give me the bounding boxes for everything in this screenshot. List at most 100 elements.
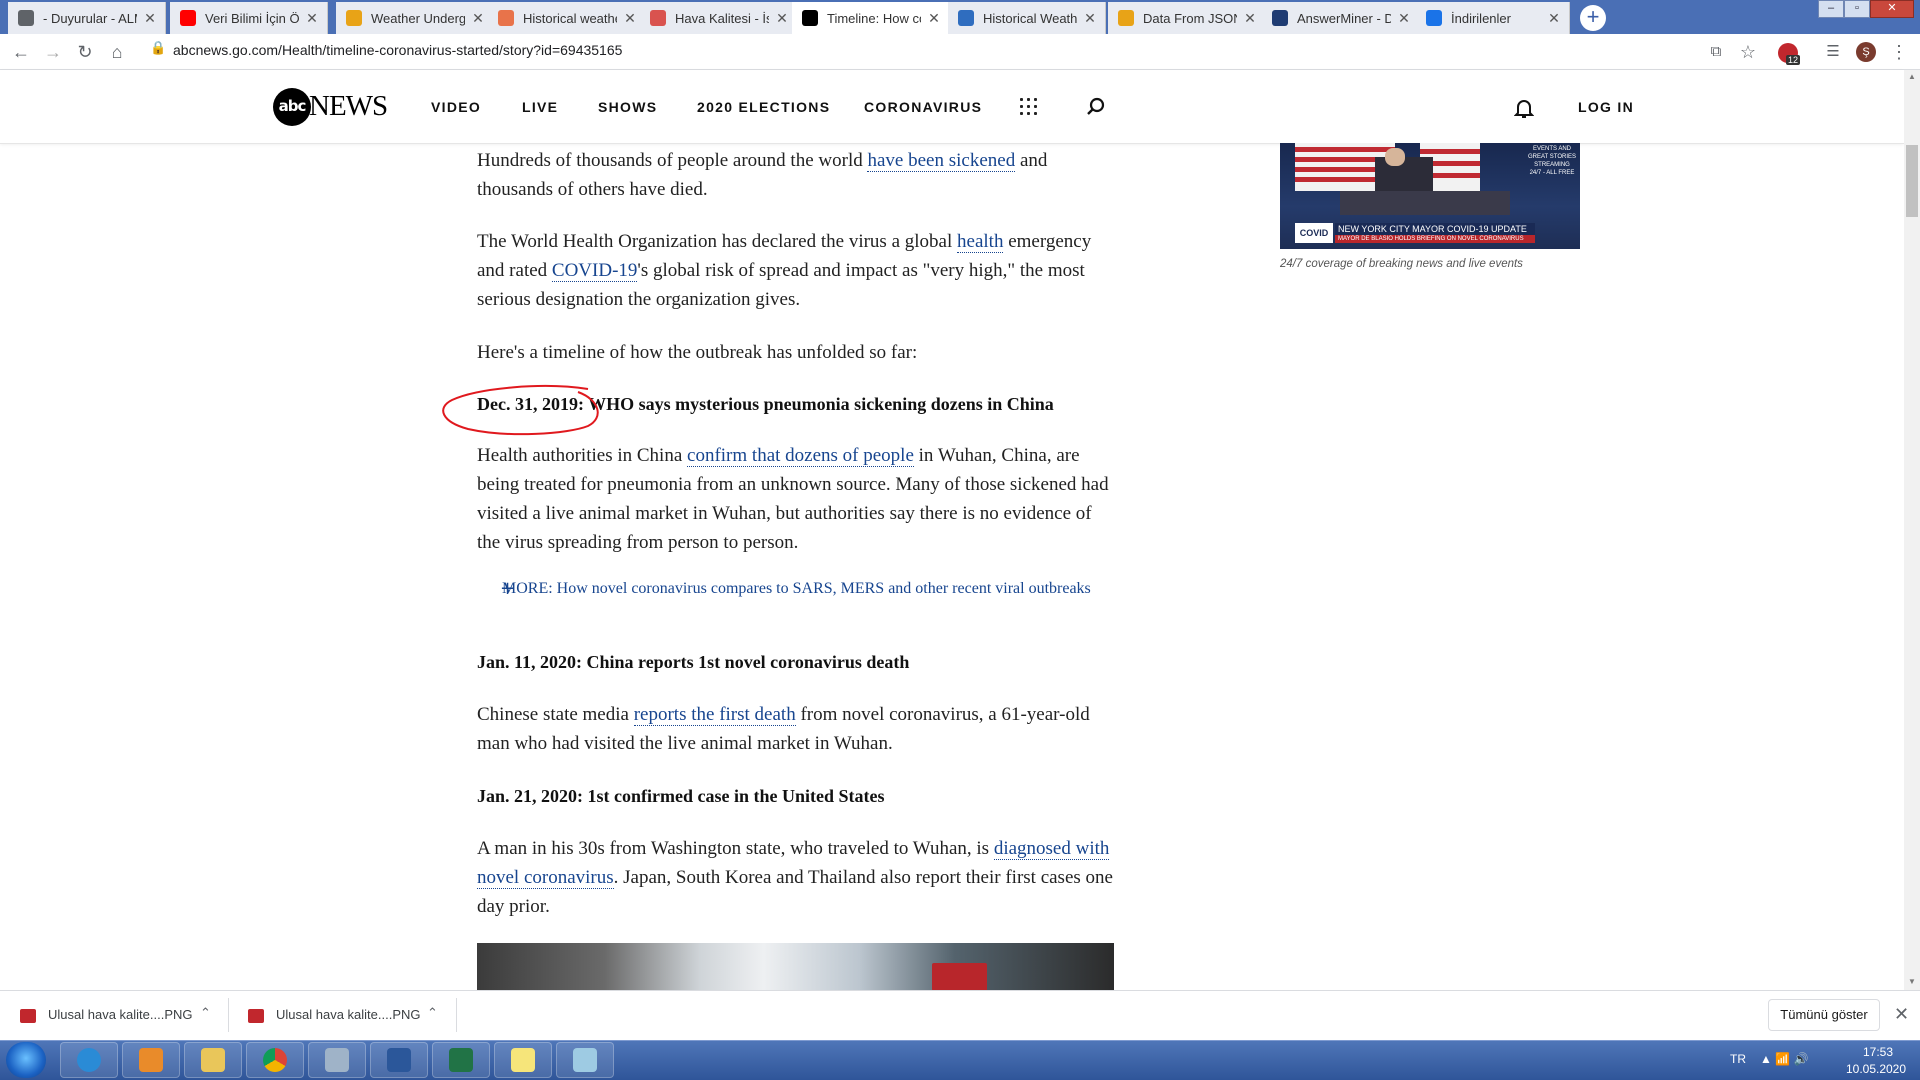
excel-icon[interactable]: [432, 1042, 490, 1078]
heading-jan-11-2020: Jan. 11, 2020: China reports 1st novel c…: [477, 652, 910, 672]
tab-title: AnswerMiner - D: [1297, 10, 1391, 26]
close-tab-icon[interactable]: ✕: [1243, 10, 1257, 27]
media-player-icon[interactable]: [122, 1042, 180, 1078]
close-tab-icon[interactable]: ✕: [1397, 10, 1411, 27]
scrollbar-thumb[interactable]: [1906, 145, 1918, 217]
network-app-icon[interactable]: [308, 1042, 366, 1078]
browser-tab[interactable]: - Duyurular - ALM ✕: [8, 2, 166, 34]
address-bar[interactable]: abcnews.go.com/Health/timeline-coronavir…: [173, 42, 622, 58]
answerminer-icon: [1272, 10, 1288, 26]
menu-icon[interactable]: ⋮: [1888, 41, 1910, 63]
link-reports-first-death[interactable]: reports the first death: [633, 704, 796, 726]
sticky-notes-icon[interactable]: [494, 1042, 552, 1078]
browser-tab[interactable]: Veri Bilimi İçin Ön ✕: [170, 2, 328, 34]
link-confirm-dozens[interactable]: confirm that dozens of people: [687, 445, 914, 467]
live-video-thumbnail[interactable]: EVENTS AND GREAT STORIES STREAMING 24/7 …: [1280, 143, 1580, 249]
back-arrow-icon[interactable]: ←: [10, 41, 32, 63]
close-tab-icon[interactable]: ✕: [623, 10, 637, 27]
start-button[interactable]: [6, 1042, 46, 1078]
chevron-up-icon[interactable]: ⌃: [427, 1005, 438, 1021]
close-tab-icon[interactable]: ✕: [927, 10, 941, 27]
close-tab-icon[interactable]: ✕: [305, 10, 319, 27]
abc-icon: [802, 10, 818, 26]
news-logo-word[interactable]: NEWS: [309, 90, 388, 123]
tab-title: Timeline: How co: [827, 10, 921, 26]
search-icon[interactable]: [1086, 97, 1106, 117]
clock-date[interactable]: 10.05.2020: [1840, 1062, 1912, 1076]
browser-tab[interactable]: Historical Weathe ✕: [948, 2, 1106, 34]
close-icon[interactable]: ✕: [1894, 1004, 1909, 1025]
show-all-button[interactable]: Tümünü göster: [1768, 999, 1880, 1031]
close-tab-icon[interactable]: ✕: [1547, 10, 1561, 27]
browser-tab[interactable]: İndirilenler ✕: [1416, 2, 1570, 34]
tab-title: Veri Bilimi İçin Ön: [205, 10, 299, 26]
close-tab-icon[interactable]: ✕: [143, 10, 157, 27]
red-circle-annotation: [442, 385, 599, 436]
link-have-been-sickened[interactable]: have been sickened: [867, 150, 1016, 172]
internet-explorer-icon[interactable]: [60, 1042, 118, 1078]
browser-tab[interactable]: Timeline: How co ✕: [792, 2, 950, 34]
language-indicator[interactable]: TR: [1730, 1052, 1746, 1066]
login-link[interactable]: LOG IN: [1578, 99, 1634, 115]
air-quality-icon: [650, 10, 666, 26]
chart-icon: [1118, 10, 1134, 26]
heading-text: WHO says mysterious pneumonia sickening …: [583, 394, 1054, 414]
grid-menu-icon[interactable]: [1020, 98, 1038, 116]
video-side-text: EVENTS AND GREAT STORIES STREAMING 24/7 …: [1528, 146, 1577, 176]
bell-icon[interactable]: [1514, 97, 1534, 119]
forward-arrow-icon[interactable]: →: [42, 41, 64, 63]
lock-icon[interactable]: 🔒: [150, 40, 166, 56]
covid-tag: COVID: [1295, 223, 1333, 243]
nav-video[interactable]: VIDEO: [431, 99, 481, 115]
chevron-up-icon[interactable]: ⌃: [200, 1005, 211, 1021]
more-link[interactable]: MORE: How novel coronavirus compares to …: [502, 578, 1122, 600]
paragraph-first-death: Chinese state media reports the first de…: [477, 704, 1090, 754]
nav-coronavirus[interactable]: CORONAVIRUS: [864, 99, 982, 115]
link-covid-19[interactable]: COVID-19: [551, 260, 638, 282]
media-icon[interactable]: ☰: [1822, 41, 1844, 63]
close-tab-icon[interactable]: ✕: [775, 10, 789, 27]
video-caption: 24/7 coverage of breaking news and live …: [1280, 258, 1523, 270]
video-subbanner: MAYOR DE BLASIO HOLDS BRIEFING ON NOVEL …: [1335, 235, 1535, 243]
browser-tab[interactable]: Data From JSON ✕: [1108, 2, 1266, 34]
nav-2020-elections[interactable]: 2020 ELECTIONS: [697, 99, 830, 115]
download-item-1[interactable]: Ulusal hava kalite....PNG: [48, 1007, 193, 1022]
close-window-button[interactable]: ✕: [1870, 0, 1914, 18]
clock-time[interactable]: 17:53: [1848, 1045, 1908, 1059]
image-file-icon: [20, 1009, 36, 1023]
word-icon[interactable]: [370, 1042, 428, 1078]
close-tab-icon[interactable]: ✕: [1083, 10, 1097, 27]
nav-shows[interactable]: SHOWS: [598, 99, 657, 115]
scroll-up-icon[interactable]: ▲: [1908, 72, 1916, 81]
paragraph-who-declaration: The World Health Organization has declar…: [477, 231, 1092, 310]
paragraph-sickened: Hundreds of thousands of people around t…: [477, 150, 1048, 200]
file-explorer-icon[interactable]: [184, 1042, 242, 1078]
chart-icon: [346, 10, 362, 26]
paragraph-timeline-intro: Here's a timeline of how the outbreak ha…: [477, 342, 918, 363]
abc-logo[interactable]: abc: [273, 88, 311, 126]
nav-live[interactable]: LIVE: [522, 99, 558, 115]
tray-icons[interactable]: ▲ 📶 🔊: [1760, 1052, 1808, 1066]
maximize-button[interactable]: ▫: [1844, 0, 1870, 18]
bookmark-star-icon[interactable]: ☆: [1737, 41, 1759, 63]
translate-icon[interactable]: ⧉: [1705, 41, 1727, 63]
chrome-icon[interactable]: [246, 1042, 304, 1078]
new-tab-button[interactable]: +: [1580, 5, 1606, 31]
tab-title: İndirilenler: [1451, 10, 1511, 26]
scroll-down-icon[interactable]: ▼: [1908, 977, 1916, 986]
browser-tab[interactable]: Hava Kalitesi - İst ✕: [640, 2, 798, 34]
reload-icon[interactable]: ↻: [74, 41, 96, 63]
heading-jan-21-2020: Jan. 21, 2020: 1st confirmed case in the…: [477, 786, 885, 806]
download-item-2[interactable]: Ulusal hava kalite....PNG: [276, 1007, 421, 1022]
snipping-tool-icon[interactable]: [556, 1042, 614, 1078]
browser-tab[interactable]: Historical weathe ✕: [488, 2, 646, 34]
link-health[interactable]: health: [957, 231, 1004, 253]
home-icon[interactable]: ⌂: [106, 41, 128, 63]
minimize-button[interactable]: –: [1818, 0, 1844, 18]
browser-tab[interactable]: AnswerMiner - D ✕: [1262, 2, 1420, 34]
close-tab-icon[interactable]: ✕: [471, 10, 485, 27]
browser-tab[interactable]: Weather Undergr ✕: [336, 2, 494, 34]
image-file-icon: [248, 1009, 264, 1023]
weather-icon: [498, 10, 514, 26]
profile-avatar[interactable]: Ş: [1856, 42, 1876, 62]
